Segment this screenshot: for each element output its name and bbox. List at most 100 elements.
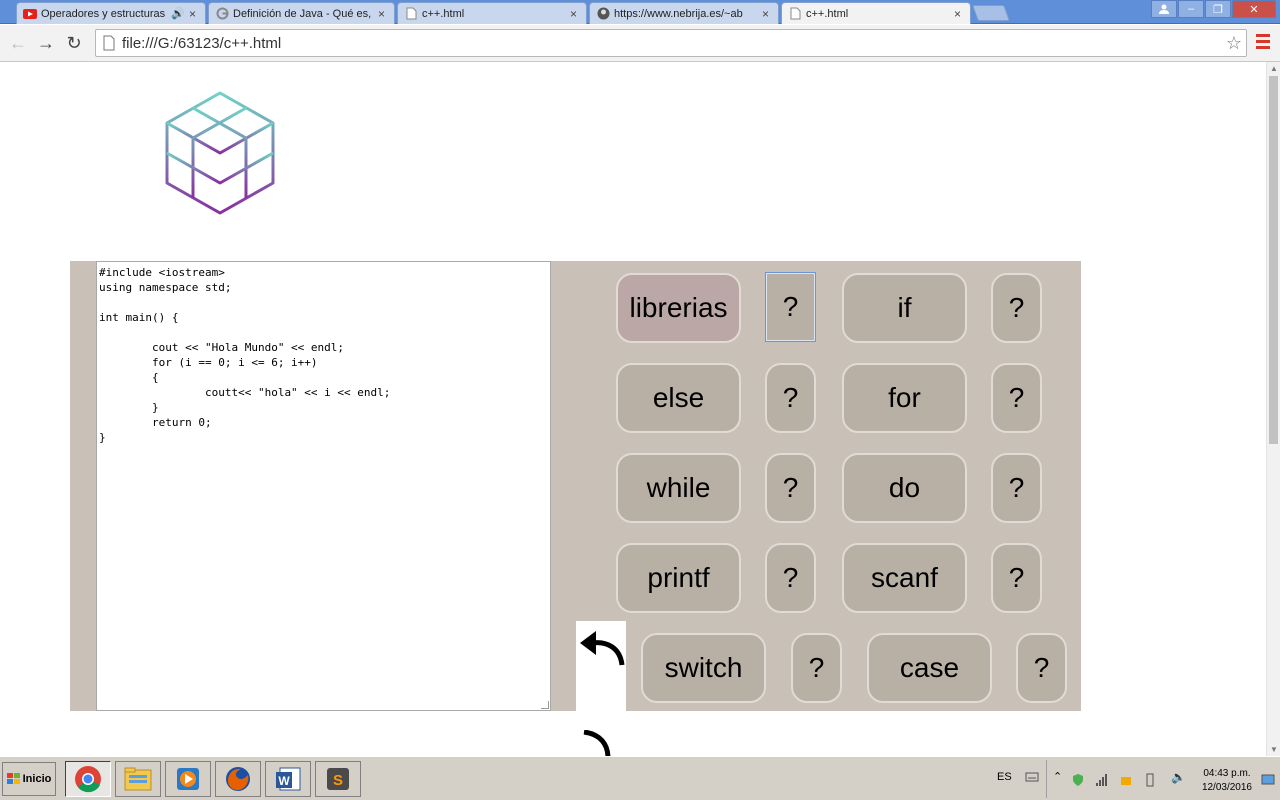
tab-2[interactable]: Definición de Java - Qué es, × (208, 2, 395, 24)
code-editor[interactable] (96, 261, 551, 711)
profile-icon[interactable] (1151, 0, 1177, 18)
code-textarea[interactable] (99, 265, 548, 707)
page-icon (788, 7, 802, 21)
restore-icon[interactable]: ❐ (1205, 0, 1231, 18)
cube-logo-icon (165, 91, 275, 215)
volume-icon[interactable]: 🔈 (1171, 770, 1186, 784)
minimize-icon[interactable]: ‒ (1178, 0, 1204, 18)
browser-toolbar: ← → ↻ ☆ (0, 25, 1280, 62)
google-icon (215, 7, 229, 21)
case-button[interactable]: case (867, 633, 992, 703)
windows-taskbar: Inicio W S ES ⌃ 🔈 04:43 p.m. 12/03/2016 (0, 756, 1280, 800)
tab-3-label: c++.html (422, 7, 465, 20)
close-window-icon[interactable]: ✕ (1232, 0, 1276, 18)
forward-arrow-icon[interactable]: → (36, 33, 56, 53)
system-tray: ⌃ 🔈 04:43 p.m. 12/03/2016 (1046, 760, 1280, 798)
svg-text:W: W (278, 774, 290, 788)
tray-expand-icon[interactable]: ⌃ (1053, 770, 1062, 783)
chrome-icon (75, 766, 101, 793)
media-player-icon (177, 768, 199, 790)
url-input[interactable] (122, 34, 1202, 52)
address-bar[interactable]: ☆ (95, 29, 1247, 57)
sublime-text-icon: S (327, 768, 349, 790)
windows-logo-icon (6, 773, 20, 784)
for-help-button[interactable]: ? (991, 363, 1042, 433)
start-button[interactable]: Inicio (2, 762, 56, 796)
signal-bars-icon[interactable] (1095, 773, 1109, 787)
firefox-icon (226, 767, 250, 791)
page-viewport: librerias ? if ? else ? for ? while ? do… (0, 62, 1266, 756)
bookmark-star-icon[interactable]: ☆ (1226, 33, 1242, 54)
switch-button[interactable]: switch (641, 633, 766, 703)
tab-strip: Operadores y estructuras 🔊 × Definición … (0, 0, 1280, 24)
page-icon (103, 35, 115, 51)
start-label: Inicio (22, 773, 52, 785)
explorer-taskbar-button[interactable] (115, 761, 161, 797)
show-desktop-icon[interactable] (1261, 773, 1275, 787)
word-icon: W (276, 767, 301, 791)
word-taskbar-button[interactable]: W (265, 761, 311, 797)
case-help-button[interactable]: ? (1016, 633, 1067, 703)
tab-2-label: Definición de Java - Qué es, (233, 7, 372, 20)
system-clock[interactable]: 04:43 p.m. 12/03/2016 (1202, 767, 1252, 795)
tab-4[interactable]: https://www.nebrija.es/~ab × (589, 2, 779, 24)
do-button[interactable]: do (842, 453, 967, 523)
while-button[interactable]: while (616, 453, 741, 523)
firefox-taskbar-button[interactable] (215, 761, 261, 797)
scanf-help-button[interactable]: ? (991, 543, 1042, 613)
sublime-taskbar-button[interactable]: S (315, 761, 361, 797)
back-arrow-box[interactable] (576, 621, 626, 711)
window-controls: ‒ ❐ ✕ (1151, 0, 1276, 18)
switch-help-button[interactable]: ? (791, 633, 842, 703)
tab-4-close-icon[interactable]: × (762, 7, 772, 21)
keyboard-icon[interactable] (1025, 770, 1039, 784)
tab-3-close-icon[interactable]: × (570, 7, 580, 21)
youtube-icon (23, 7, 37, 21)
tab-1[interactable]: Operadores y estructuras 🔊 × (16, 2, 206, 24)
clock-time: 04:43 p.m. (1203, 768, 1251, 779)
user-avatar-icon (596, 7, 610, 21)
page-icon (404, 7, 418, 21)
svg-text:S: S (333, 772, 343, 789)
shield-check-icon[interactable] (1071, 773, 1085, 787)
menu-icon[interactable] (1256, 34, 1270, 50)
printf-button[interactable]: printf (616, 543, 741, 613)
else-help-button[interactable]: ? (765, 363, 816, 433)
tab-1-label: Operadores y estructuras (41, 7, 166, 20)
scroll-thumb[interactable] (1269, 76, 1278, 444)
reload-icon[interactable]: ↻ (64, 33, 84, 53)
speaker-icon: 🔊 (171, 8, 185, 20)
media-taskbar-button[interactable] (165, 761, 211, 797)
scanf-button[interactable]: scanf (842, 543, 967, 613)
resize-handle[interactable] (541, 701, 549, 709)
back-arrow-icon[interactable]: ← (8, 33, 28, 53)
notification-icon[interactable] (1119, 773, 1133, 787)
file-explorer-icon (124, 767, 152, 791)
scroll-up-icon[interactable]: ▲ (1270, 64, 1278, 73)
tab-5-close-icon[interactable]: × (954, 7, 964, 21)
clock-date: 12/03/2016 (1201, 782, 1252, 793)
librerias-help-button[interactable]: ? (765, 272, 816, 342)
new-tab-button[interactable] (972, 5, 1010, 21)
tab-4-label: https://www.nebrija.es/~ab (614, 7, 743, 20)
while-help-button[interactable]: ? (765, 453, 816, 523)
do-help-button[interactable]: ? (991, 453, 1042, 523)
usb-device-icon[interactable] (1143, 773, 1157, 787)
librerias-button[interactable]: librerias (616, 273, 741, 343)
printf-help-button[interactable]: ? (765, 543, 816, 613)
curved-arrow-icon (583, 730, 611, 756)
tab-2-close-icon[interactable]: × (378, 7, 388, 21)
tab-3[interactable]: c++.html × (397, 2, 587, 24)
for-button[interactable]: for (842, 363, 967, 433)
if-help-button[interactable]: ? (991, 273, 1042, 343)
else-button[interactable]: else (616, 363, 741, 433)
tab-5[interactable]: c++.html × (781, 2, 971, 24)
undo-arrow-icon (580, 631, 625, 666)
chrome-taskbar-button[interactable] (65, 761, 111, 797)
language-indicator[interactable]: ES (997, 771, 1012, 783)
scroll-down-icon[interactable]: ▼ (1270, 745, 1278, 754)
if-button[interactable]: if (842, 273, 967, 343)
page-scrollbar[interactable]: ▲ ▼ (1266, 62, 1280, 756)
tab-1-close-icon[interactable]: × (189, 7, 199, 21)
tab-5-label: c++.html (806, 7, 849, 20)
